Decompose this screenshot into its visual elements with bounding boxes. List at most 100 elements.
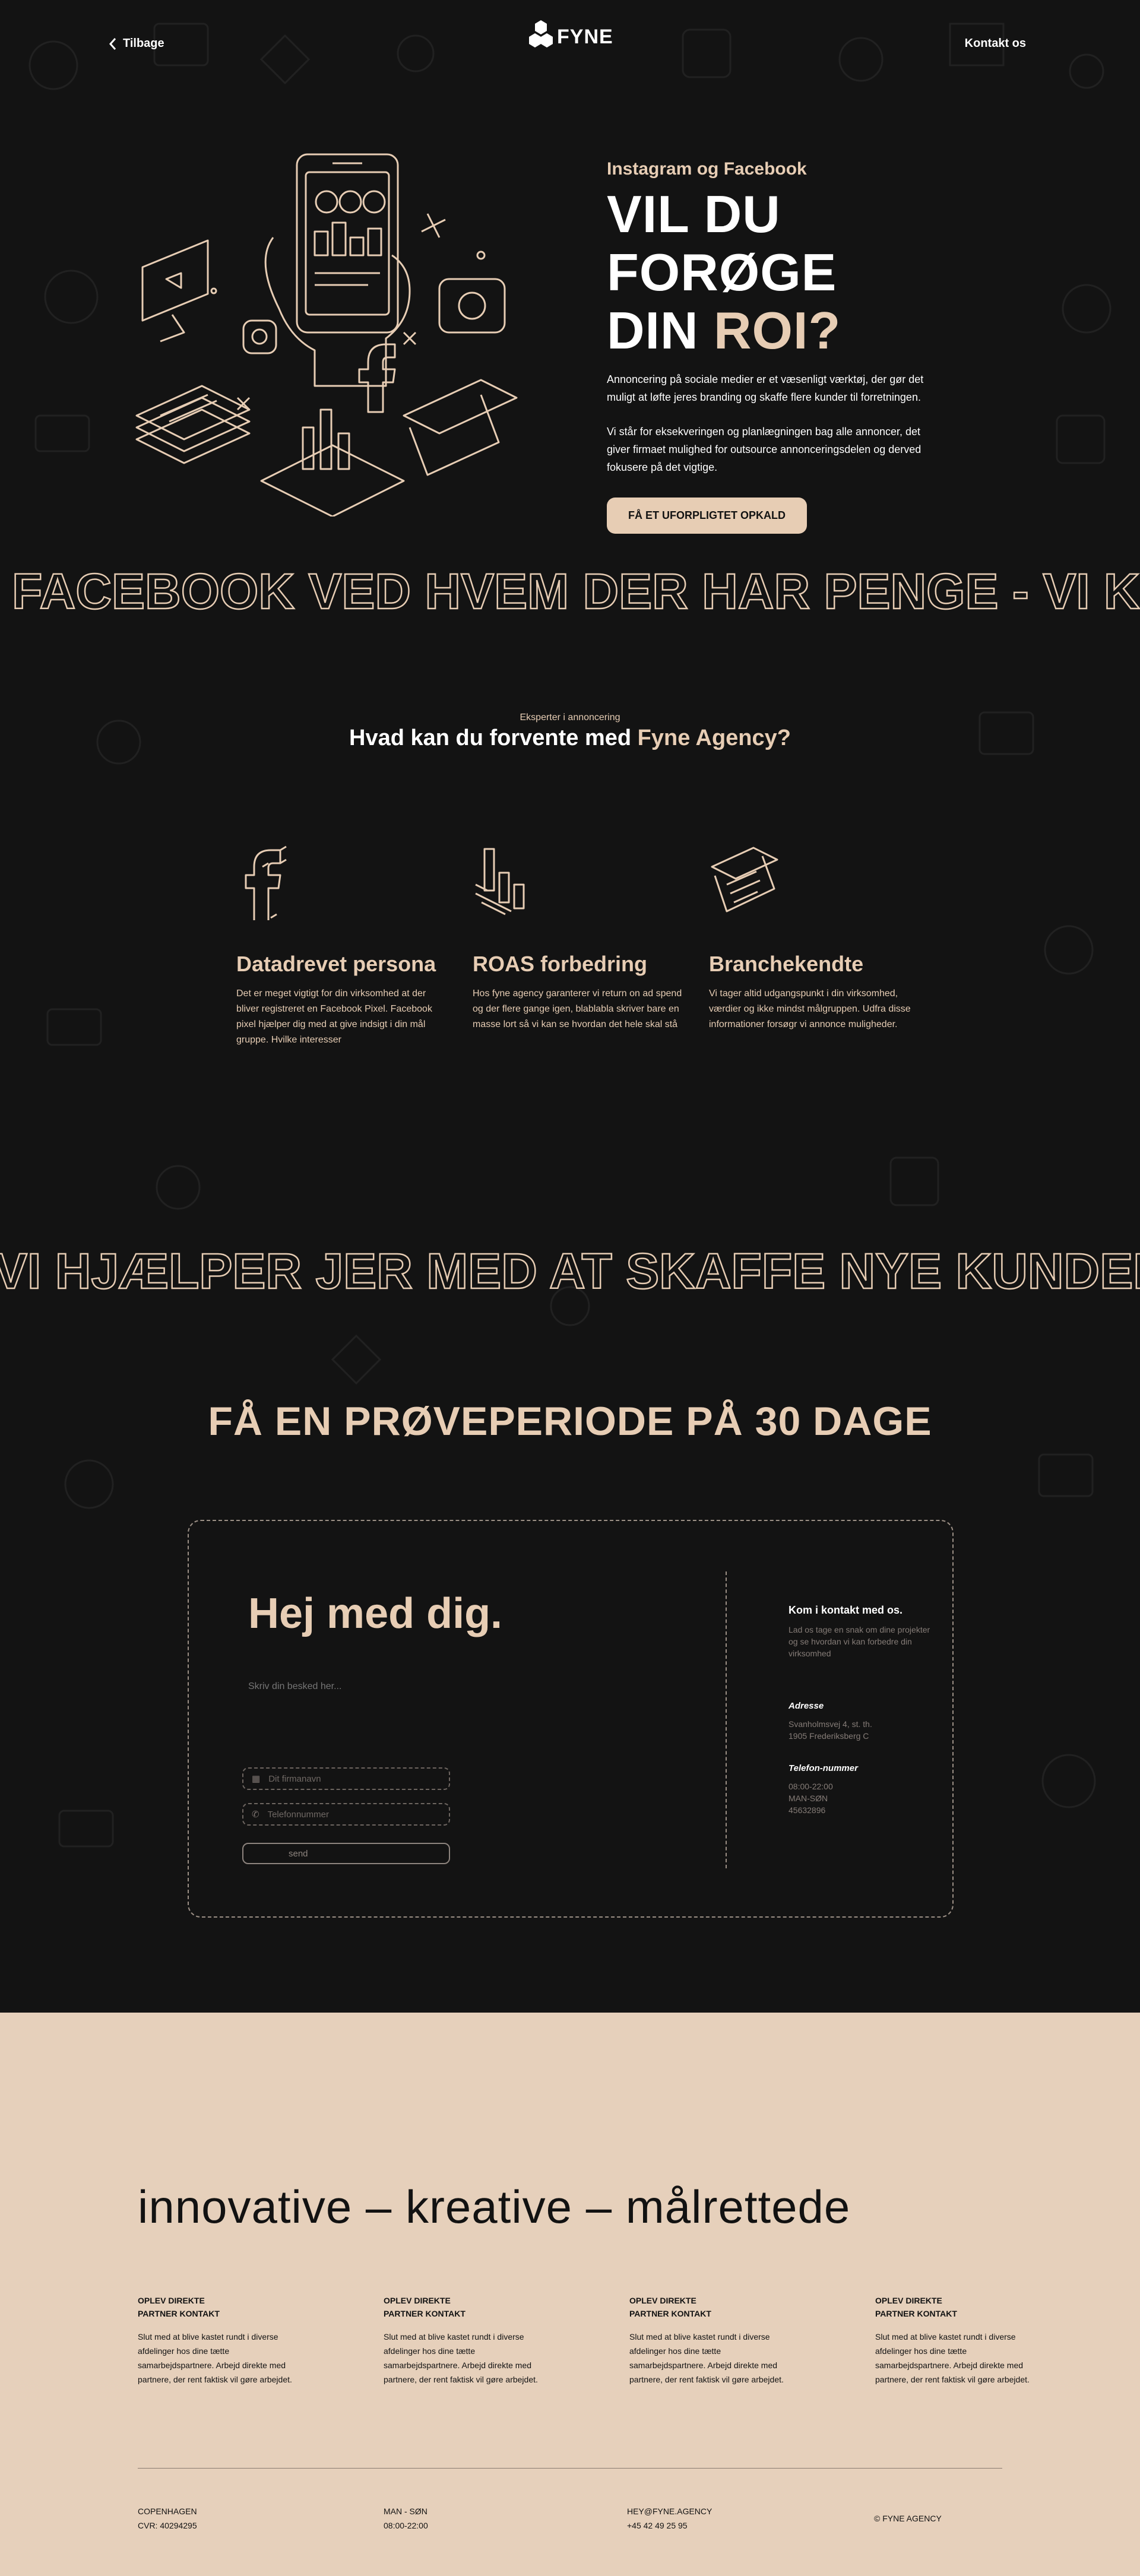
phone-icon: ✆ <box>252 1810 259 1820</box>
footer-column-text: Slut med at blive kastet rundt i diverse… <box>629 2332 784 2384</box>
footer-column: OPLEV DIREKTE PARTNER KONTAKT Slut med at… <box>629 2294 784 2387</box>
footer-column: OPLEV DIREKTE PARTNER KONTAKT Slut med at… <box>384 2294 538 2387</box>
bar-chart-icon <box>475 848 525 915</box>
footer-copyright: © FYNE AGENCY <box>874 2514 942 2523</box>
feature-card: Branchekendte Vi tager altid udgangspunk… <box>709 843 923 1032</box>
features-title: Hvad kan du forvente med Fyne Agency? <box>0 725 1140 751</box>
footer-column-text: Slut med at blive kastet rundt i diverse… <box>138 2332 292 2384</box>
footer-phone[interactable]: +45 42 49 25 95 <box>627 2518 712 2533</box>
feature-text: Vi tager altid udgangspunkt i din virkso… <box>709 988 911 1029</box>
hero-isometric-illustration <box>135 153 518 517</box>
marquee-2-svg: VI HJÆLPER JER MED AT SKAFFE NYE KUNDER … <box>0 1243 1140 1300</box>
feature-text: Hos fyne agency garanterer vi return on … <box>473 988 682 1029</box>
newspaper-icon <box>711 847 778 912</box>
footer-column-title-line2: PARTNER KONTAKT <box>138 2309 220 2318</box>
footer-column-title-line1: OPLEV DIREKTE <box>138 2296 205 2305</box>
back-link[interactable]: Tilbage <box>109 37 164 50</box>
cta-call-button[interactable]: FÅ ET UFORPLIGTET OPKALD <box>607 498 807 534</box>
footer-cvr: CVR: 40294295 <box>138 2521 197 2530</box>
hero-content: Instagram og Facebook VIL DU FORØGE DIN … <box>607 159 1022 534</box>
footer-column-title-line2: PARTNER KONTAKT <box>384 2309 466 2318</box>
instagram-icon <box>242 319 277 354</box>
footer-column-title: OPLEV DIREKTE PARTNER KONTAKT <box>875 2294 1030 2320</box>
bar-chart-icon <box>260 444 405 517</box>
footer-column-title: OPLEV DIREKTE PARTNER KONTAKT <box>629 2294 784 2320</box>
footer-column-title-line1: OPLEV DIREKTE <box>629 2296 696 2305</box>
contact-link[interactable]: Kontakt os <box>965 37 1026 50</box>
company-field[interactable]: ▦ <box>242 1767 450 1790</box>
footer-time: 08:00-22:00 <box>384 2521 428 2530</box>
logo[interactable]: FYNE <box>528 19 613 55</box>
feature-card: Datadrevet persona Det er meget vigtigt … <box>236 843 450 1048</box>
hero-paragraph-1: Annoncering på sociale medier er et væse… <box>607 373 924 403</box>
footer-divider <box>138 2468 1002 2469</box>
hero-title: VIL DU FORØGE DIN ROI? <box>607 185 1022 360</box>
facebook-icon <box>245 845 287 923</box>
marquee-1-text: FACEBOOK VED HVEM DER HAR PENGE - VI KEN… <box>12 563 1140 619</box>
footer-column: OPLEV DIREKTE PARTNER KONTAKT Slut med at… <box>138 2294 292 2387</box>
message-input[interactable] <box>248 1681 604 1747</box>
trial-title: FÅ EN PRØVEPERIODE PÅ 30 DAGE <box>208 1399 932 1444</box>
address-line-1: Svanholmsvej 4, st. th. <box>788 1719 872 1729</box>
feature-title: Branchekendte <box>709 952 864 976</box>
phone-input[interactable] <box>267 1809 434 1820</box>
site-footer: innovative – kreative – målrettede OPLEV… <box>0 2013 1140 2576</box>
features-title-prefix: Hvad kan du forvente med <box>349 725 638 750</box>
footer-column-title-line1: OPLEV DIREKTE <box>875 2296 942 2305</box>
footer-column-title-line2: PARTNER KONTAKT <box>629 2309 711 2318</box>
phone-value: 08:00-22:00 MAN-SØN 45632896 <box>788 1780 931 1816</box>
facebook-icon <box>358 343 396 413</box>
feature-card: ROAS forbedring Hos fyne agency garanter… <box>473 843 686 1032</box>
speaker-icon <box>438 278 506 334</box>
hero-title-line2: DIN ROI? <box>607 302 1022 360</box>
feature-title: ROAS forbedring <box>473 952 647 976</box>
phone-field[interactable]: ✆ <box>242 1803 450 1826</box>
feature-title: Datadrevet persona <box>236 952 436 976</box>
hero-title-line1: VIL DU FORØGE <box>607 185 837 302</box>
phone-days: MAN-SØN <box>788 1794 828 1803</box>
address-value: Svanholmsvej 4, st. th. 1905 Frederiksbe… <box>788 1718 931 1742</box>
footer-column-title-line2: PARTNER KONTAKT <box>875 2309 957 2318</box>
features-kicker: Eksperter i annoncering <box>520 712 620 723</box>
company-input[interactable] <box>268 1773 435 1784</box>
marquee-banner-2: VI HJÆLPER JER MED AT SKAFFE NYE KUNDER … <box>0 1238 1140 1303</box>
contact-form-card: Hej med dig. ▦ ✆ send Kom i kontakt med … <box>188 1520 954 1918</box>
footer-column-text: Slut med at blive kastet rundt i diverse… <box>875 2332 1030 2384</box>
building-icon: ▦ <box>252 1774 261 1784</box>
features-title-accent: Fyne Agency? <box>637 725 791 750</box>
marquee-2-text: VI HJÆLPER JER MED AT SKAFFE NYE KUNDER … <box>0 1243 1140 1299</box>
footer-location: COPENHAGEN CVR: 40294295 <box>138 2504 197 2533</box>
monitor-icon <box>141 239 209 322</box>
hero-paragraph-2: Vi står for eksekveringen og planlægning… <box>607 426 922 473</box>
hero-title-prefix: DIN <box>607 301 714 360</box>
footer-contact: HEY@FYNE.AGENCY +45 42 49 25 95 <box>627 2504 712 2533</box>
chevron-left-icon <box>109 37 116 50</box>
footer-tagline: innovative – kreative – målrettede <box>138 2181 851 2233</box>
site-header: Tilbage FYNE Kontakt os <box>0 0 1140 95</box>
dark-section: Tilbage FYNE Kontakt os Instagram og Fac… <box>0 0 1140 2013</box>
footer-column-title: OPLEV DIREKTE PARTNER KONTAKT <box>138 2294 292 2320</box>
footer-column: OPLEV DIREKTE PARTNER KONTAKT Slut med at… <box>875 2294 1030 2387</box>
back-label: Tilbage <box>123 37 164 50</box>
phone-number[interactable]: 45632896 <box>788 1804 931 1816</box>
footer-city: COPENHAGEN <box>138 2507 197 2516</box>
newspaper-icon <box>403 379 518 435</box>
form-divider <box>726 1571 727 1868</box>
marquee-1-svg: FACEBOOK VED HVEM DER HAR PENGE - VI KEN… <box>11 563 1140 620</box>
hexagon-logo-icon <box>529 20 553 47</box>
footer-column-title-line1: OPLEV DIREKTE <box>384 2296 451 2305</box>
phone-label: Telefon-nummer <box>788 1763 858 1773</box>
footer-column-title: OPLEV DIREKTE PARTNER KONTAKT <box>384 2294 538 2320</box>
phone-icon <box>296 153 399 334</box>
contact-info-title: Kom i kontakt med os. <box>788 1604 903 1616</box>
hero-kicker: Instagram og Facebook <box>607 159 807 179</box>
marquee-banner-1: FACEBOOK VED HVEM DER HAR PENGE - VI KEN… <box>0 558 1140 623</box>
feature-text: Det er meget vigtigt for din virksomhed … <box>236 988 432 1045</box>
footer-email[interactable]: HEY@FYNE.AGENCY <box>627 2504 712 2518</box>
contact-info-text: Lad os tage en snak om dine projekter og… <box>788 1625 930 1658</box>
footer-days: MAN - SØN <box>384 2507 428 2516</box>
footer-hours: MAN - SØN 08:00-22:00 <box>384 2504 428 2533</box>
contact-info: Kom i kontakt med os. Lad os tage en sna… <box>788 1604 931 1816</box>
hero-title-accent: ROI? <box>714 301 841 360</box>
send-button[interactable]: send <box>242 1843 450 1864</box>
